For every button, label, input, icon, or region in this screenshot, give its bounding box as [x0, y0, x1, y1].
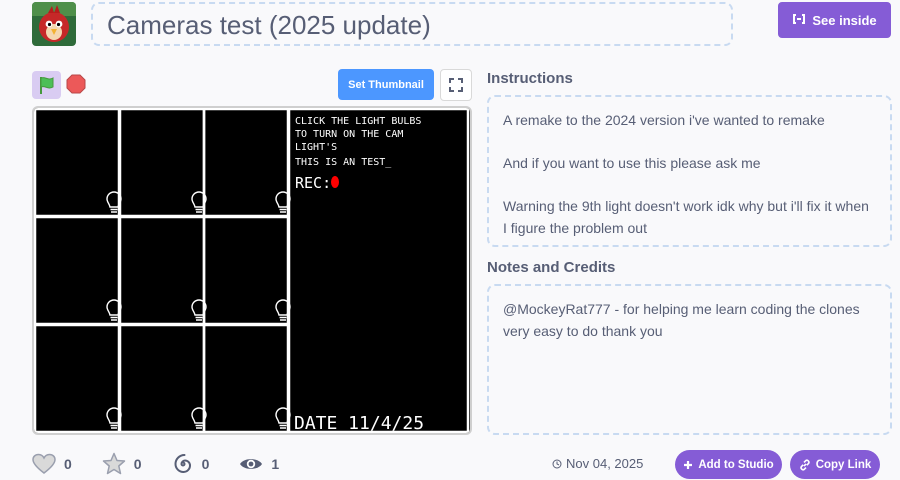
link-icon	[800, 459, 810, 470]
rec-label: REC:	[295, 174, 331, 192]
project-stats: 0 0 0 1	[32, 452, 309, 475]
instructions-field[interactable]: A remake to the 2024 version i've wanted…	[487, 95, 892, 247]
favorite-stat[interactable]: 0	[102, 452, 142, 475]
set-thumbnail-button[interactable]: Set Thumbnail	[338, 69, 434, 100]
project-thumbnail[interactable]	[32, 2, 76, 46]
remix-count: 0	[201, 455, 210, 472]
notes-text: @MockeyRat777 - for helping me learn cod…	[503, 301, 860, 339]
remix-stat: 0	[172, 453, 210, 475]
see-inside-label: See inside	[812, 12, 877, 28]
add-to-studio-label: Add to Studio	[698, 458, 774, 471]
remix-icon	[792, 12, 806, 29]
fullscreen-icon	[449, 78, 463, 92]
star-icon	[102, 452, 126, 475]
green-flag-button[interactable]	[32, 71, 61, 99]
copy-link-label: Copy Link	[815, 458, 872, 471]
remix-small-icon	[552, 459, 562, 468]
see-inside-button[interactable]: See inside	[778, 2, 891, 38]
view-count: 1	[271, 455, 280, 472]
love-count: 0	[64, 455, 72, 472]
stage-text: CLICK THE LIGHT BULBS TO TURN ON THE CAM…	[294, 116, 424, 433]
project-title-input[interactable]: Cameras test (2025 update)	[91, 2, 733, 46]
fullscreen-button[interactable]	[440, 69, 472, 101]
stop-icon	[66, 74, 86, 94]
love-stat[interactable]: 0	[32, 453, 72, 475]
project-stage[interactable]: CLICK THE LIGHT BULBS TO TURN ON THE CAM…	[32, 106, 472, 435]
instructions-heading: Instructions	[487, 70, 573, 87]
remix-spiral-icon	[174, 453, 191, 473]
rec-indicator	[331, 176, 339, 188]
instructions-paragraph: Warning the 9th light doesn't work idk w…	[503, 198, 869, 236]
notes-heading: Notes and Credits	[487, 259, 616, 276]
green-flag-icon	[39, 77, 53, 94]
camera-grid	[34, 108, 470, 433]
heart-icon	[32, 453, 56, 474]
stage-line-2: TO TURN ON THE CAM	[295, 129, 403, 140]
stop-button[interactable]	[66, 74, 86, 94]
stage-line-1: CLICK THE LIGHT BULBS	[295, 116, 421, 127]
eye-icon	[240, 458, 263, 469]
view-stat: 1	[239, 456, 279, 472]
stage-line-4: THIS IS AN TEST_	[295, 157, 392, 168]
date-text: Nov 04, 2025	[566, 456, 644, 471]
instructions-paragraph: And if you want to use this please ask m…	[503, 155, 761, 171]
plus-icon	[684, 460, 693, 469]
stage-line-3: LIGHT'S	[295, 142, 337, 153]
favorite-count: 0	[133, 455, 142, 472]
copy-link-button[interactable]: Copy Link	[790, 450, 880, 479]
shared-date: Nov 04, 2025	[552, 456, 643, 471]
notes-field[interactable]: @MockeyRat777 - for helping me learn cod…	[487, 284, 892, 435]
add-to-studio-button[interactable]: Add to Studio	[675, 450, 782, 479]
stage-date: DATE 11/4/25	[294, 413, 424, 433]
instructions-paragraph: A remake to the 2024 version i've wanted…	[503, 112, 825, 128]
